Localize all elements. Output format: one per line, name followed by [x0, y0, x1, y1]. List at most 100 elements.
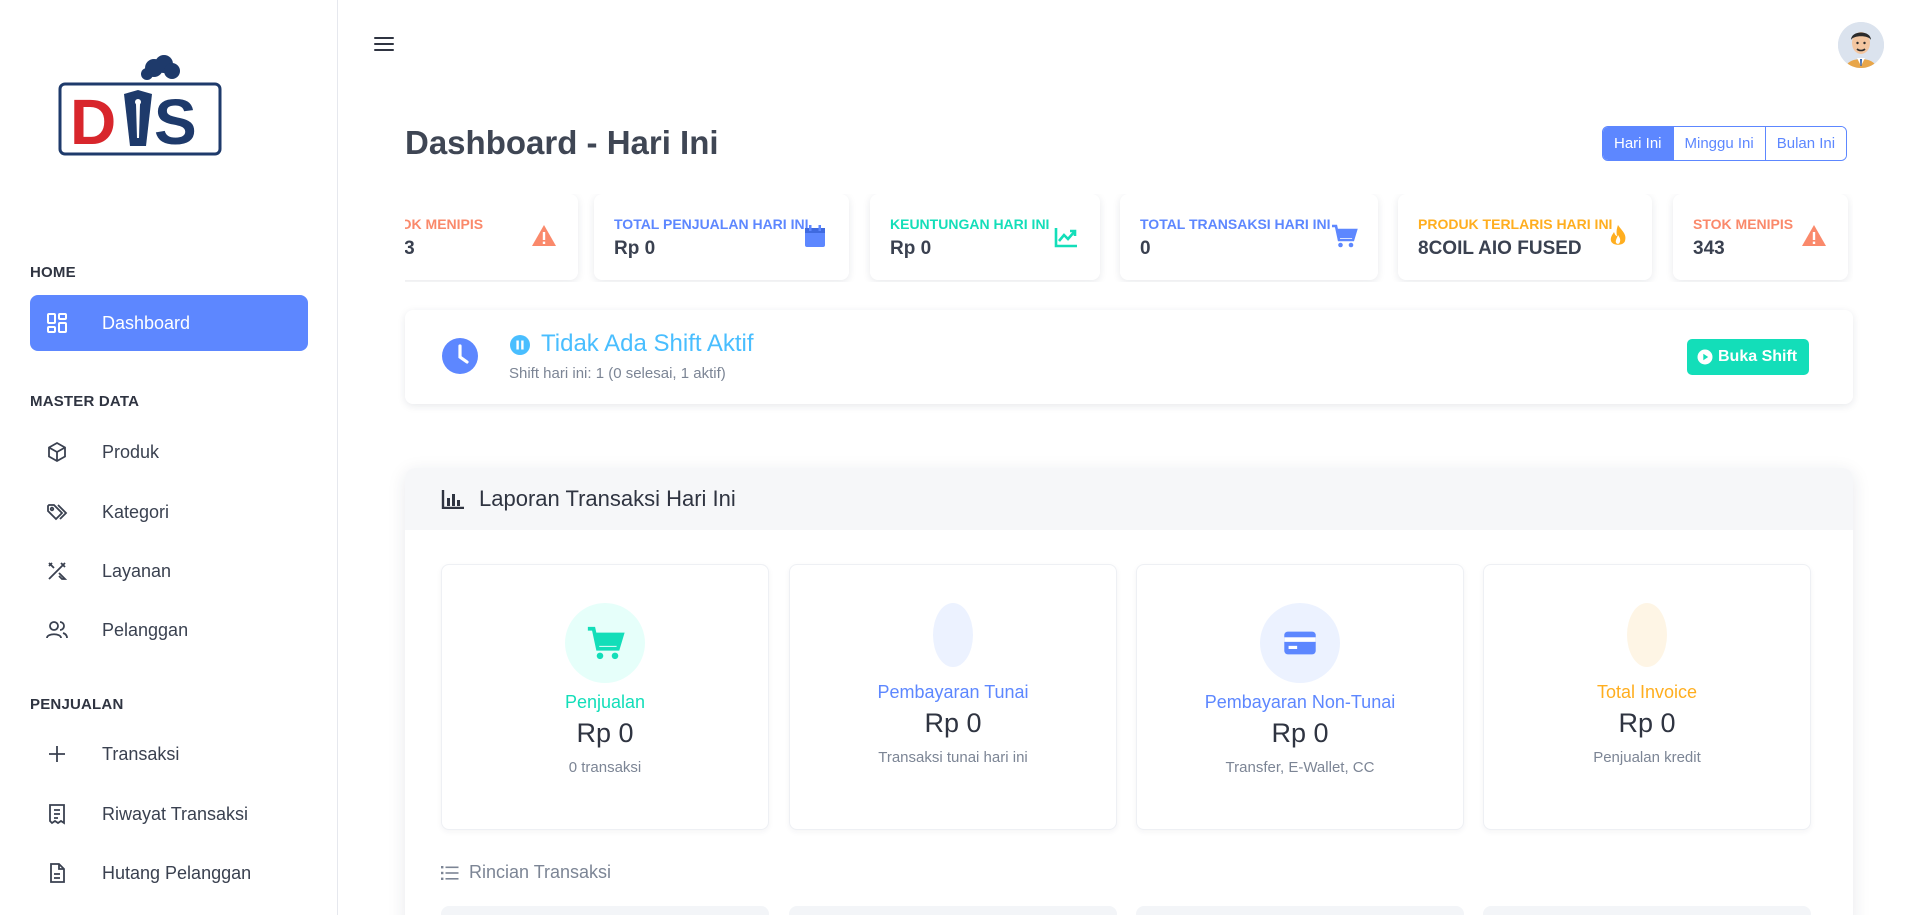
sidebar-item-label: Pelanggan	[102, 619, 189, 640]
detail-card	[1483, 906, 1811, 915]
summary-label: Total Invoice	[1596, 682, 1698, 702]
file-icon	[44, 860, 70, 886]
cart-icon	[565, 603, 645, 683]
tag-icon	[44, 499, 70, 525]
nav-section-home: HOME	[30, 264, 76, 281]
plus-icon	[44, 741, 70, 767]
stat-label: PRODUK TERLARIS HARI INI	[1418, 216, 1613, 232]
cash-icon	[933, 603, 973, 667]
invoice-icon	[1627, 603, 1667, 667]
summary-value: Rp 0	[924, 708, 982, 738]
summary-label: Penjualan	[564, 692, 646, 712]
stat-value: Rp 0	[890, 238, 932, 259]
summary-note: Penjualan kredit	[1593, 749, 1701, 766]
summary-value: Rp 0	[1618, 708, 1676, 738]
sidebar-item-label: Produk	[102, 441, 160, 462]
list-icon	[441, 865, 459, 880]
stat-card-keuntungan[interactable]: KEUNTUNGAN HARI INI Rp 0	[870, 194, 1100, 280]
summary-card-non-tunai[interactable]: Pembayaran Non-Tunai Rp 0 Transfer, E-Wa…	[1136, 564, 1464, 830]
dashboard-icon	[44, 310, 70, 336]
stat-label: STOK MENIPIS	[405, 216, 484, 232]
stat-value: 343	[1693, 238, 1725, 259]
stat-value: 8COIL AIO FUSED	[1418, 238, 1582, 259]
svg-text:S: S	[154, 86, 197, 158]
sidebar-item-label: Hutang Pelanggan	[102, 862, 252, 883]
stat-label: KEUNTUNGAN HARI INI	[890, 216, 1050, 232]
fire-icon	[1604, 222, 1632, 250]
clock-icon	[441, 337, 479, 375]
stats-carousel: STOK MENIPIS 343 TOTAL PENJUALAN HARI IN…	[405, 194, 1853, 282]
calendar-icon	[801, 222, 829, 250]
sidebar-item-label: Kategori	[102, 501, 170, 522]
user-avatar[interactable]	[1838, 22, 1884, 68]
summary-card-invoice[interactable]: Total Invoice Rp 0 Penjualan kredit	[1483, 564, 1811, 830]
sidebar-item-kategori[interactable]: Kategori	[30, 484, 308, 540]
pause-icon	[509, 334, 531, 356]
sidebar-item-label: Riwayat Transaksi	[102, 803, 249, 824]
summary-note: Transfer, E-Wallet, CC	[1225, 759, 1375, 776]
stat-card-stok-menipis-2[interactable]: STOK MENIPIS 343	[1673, 194, 1848, 280]
page-title: Dashboard - Hari Ini	[405, 124, 719, 161]
sidebar-item-label: Dashboard	[102, 312, 191, 333]
open-shift-button[interactable]: Buka Shift	[1687, 339, 1810, 375]
warning-icon	[530, 222, 558, 250]
stat-value: Rp 0	[614, 238, 656, 259]
daily-report-card: Laporan Transaksi Hari Ini Penjualan Rp …	[405, 468, 1853, 915]
period-month-button[interactable]: Bulan Ini	[1764, 127, 1847, 160]
detail-card	[1136, 906, 1464, 915]
period-toggle: Hari Ini Minggu Ini Bulan Ini	[1602, 126, 1848, 161]
hamburger-icon[interactable]	[372, 34, 396, 54]
report-title: Laporan Transaksi Hari Ini	[479, 486, 736, 511]
sidebar-item-label: Transaksi	[102, 743, 180, 764]
sidebar: D S HOME Dashboard MASTER DATA Produk Ka…	[0, 0, 338, 915]
trend-up-icon	[1052, 222, 1080, 250]
sidebar-item-layanan[interactable]: Layanan	[30, 543, 308, 599]
stat-value: 343	[405, 238, 415, 259]
summary-card-tunai[interactable]: Pembayaran Tunai Rp 0 Transaksi tunai ha…	[789, 564, 1117, 830]
sidebar-item-dashboard[interactable]: Dashboard	[30, 295, 308, 351]
nav-section-master-data: MASTER DATA	[30, 393, 140, 410]
dvs-logo[interactable]: D S	[58, 54, 224, 158]
play-icon	[1697, 349, 1713, 365]
sidebar-item-hutang-pelanggan[interactable]: Hutang Pelanggan	[30, 845, 308, 901]
shift-status-card: Tidak Ada Shift Aktif Shift hari ini: 1 …	[405, 310, 1853, 404]
stat-label: TOTAL TRANSAKSI HARI INI	[1140, 216, 1331, 232]
bar-chart-icon	[441, 489, 465, 510]
sidebar-item-produk[interactable]: Produk	[30, 424, 308, 480]
transaction-detail-heading: Rincian Transaksi	[441, 862, 611, 883]
sidebar-item-pelanggan[interactable]: Pelanggan	[30, 602, 308, 658]
summary-note: Transaksi tunai hari ini	[878, 749, 1028, 766]
tools-icon	[44, 558, 70, 584]
summary-value: Rp 0	[1271, 718, 1329, 748]
users-icon	[44, 617, 70, 643]
stat-label: STOK MENIPIS	[1693, 216, 1794, 232]
shift-status-title: Tidak Ada Shift Aktif	[541, 330, 754, 357]
period-week-button[interactable]: Minggu Ini	[1672, 127, 1765, 160]
report-header: Laporan Transaksi Hari Ini	[405, 468, 1853, 530]
shift-summary: Shift hari ini: 1 (0 selesai, 1 aktif)	[509, 365, 726, 382]
nav-section-penjualan: PENJUALAN	[30, 696, 124, 713]
sidebar-item-label: Layanan	[102, 560, 172, 581]
stat-card-total-transaksi[interactable]: TOTAL TRANSAKSI HARI INI 0	[1120, 194, 1378, 280]
detail-card	[441, 906, 769, 915]
stat-value: 0	[1140, 238, 1151, 259]
cart-icon	[1330, 222, 1358, 250]
open-shift-label: Buka Shift	[1718, 348, 1798, 365]
stat-label: TOTAL PENJUALAN HARI INI	[614, 216, 809, 232]
sidebar-item-transaksi[interactable]: Transaksi	[30, 726, 308, 782]
credit-card-icon	[1260, 603, 1340, 683]
box-icon	[44, 439, 70, 465]
stat-card-produk-terlaris[interactable]: PRODUK TERLARIS HARI INI 8COIL AIO FUSED	[1398, 194, 1652, 280]
summary-label: Pembayaran Tunai	[877, 682, 1029, 702]
sidebar-item-riwayat-transaksi[interactable]: Riwayat Transaksi	[30, 786, 308, 842]
receipt-icon	[44, 801, 70, 827]
detail-title-label: Rincian Transaksi	[469, 862, 612, 882]
summary-card-penjualan[interactable]: Penjualan Rp 0 0 transaksi	[441, 564, 769, 830]
period-today-button[interactable]: Hari Ini	[1603, 127, 1673, 160]
detail-card	[789, 906, 1117, 915]
stat-card-stok-menipis[interactable]: STOK MENIPIS 343	[405, 194, 578, 280]
stat-card-total-penjualan[interactable]: TOTAL PENJUALAN HARI INI Rp 0	[594, 194, 849, 280]
warning-icon	[1800, 222, 1828, 250]
summary-note: 0 transaksi	[568, 759, 642, 776]
summary-label: Pembayaran Non-Tunai	[1204, 692, 1396, 712]
